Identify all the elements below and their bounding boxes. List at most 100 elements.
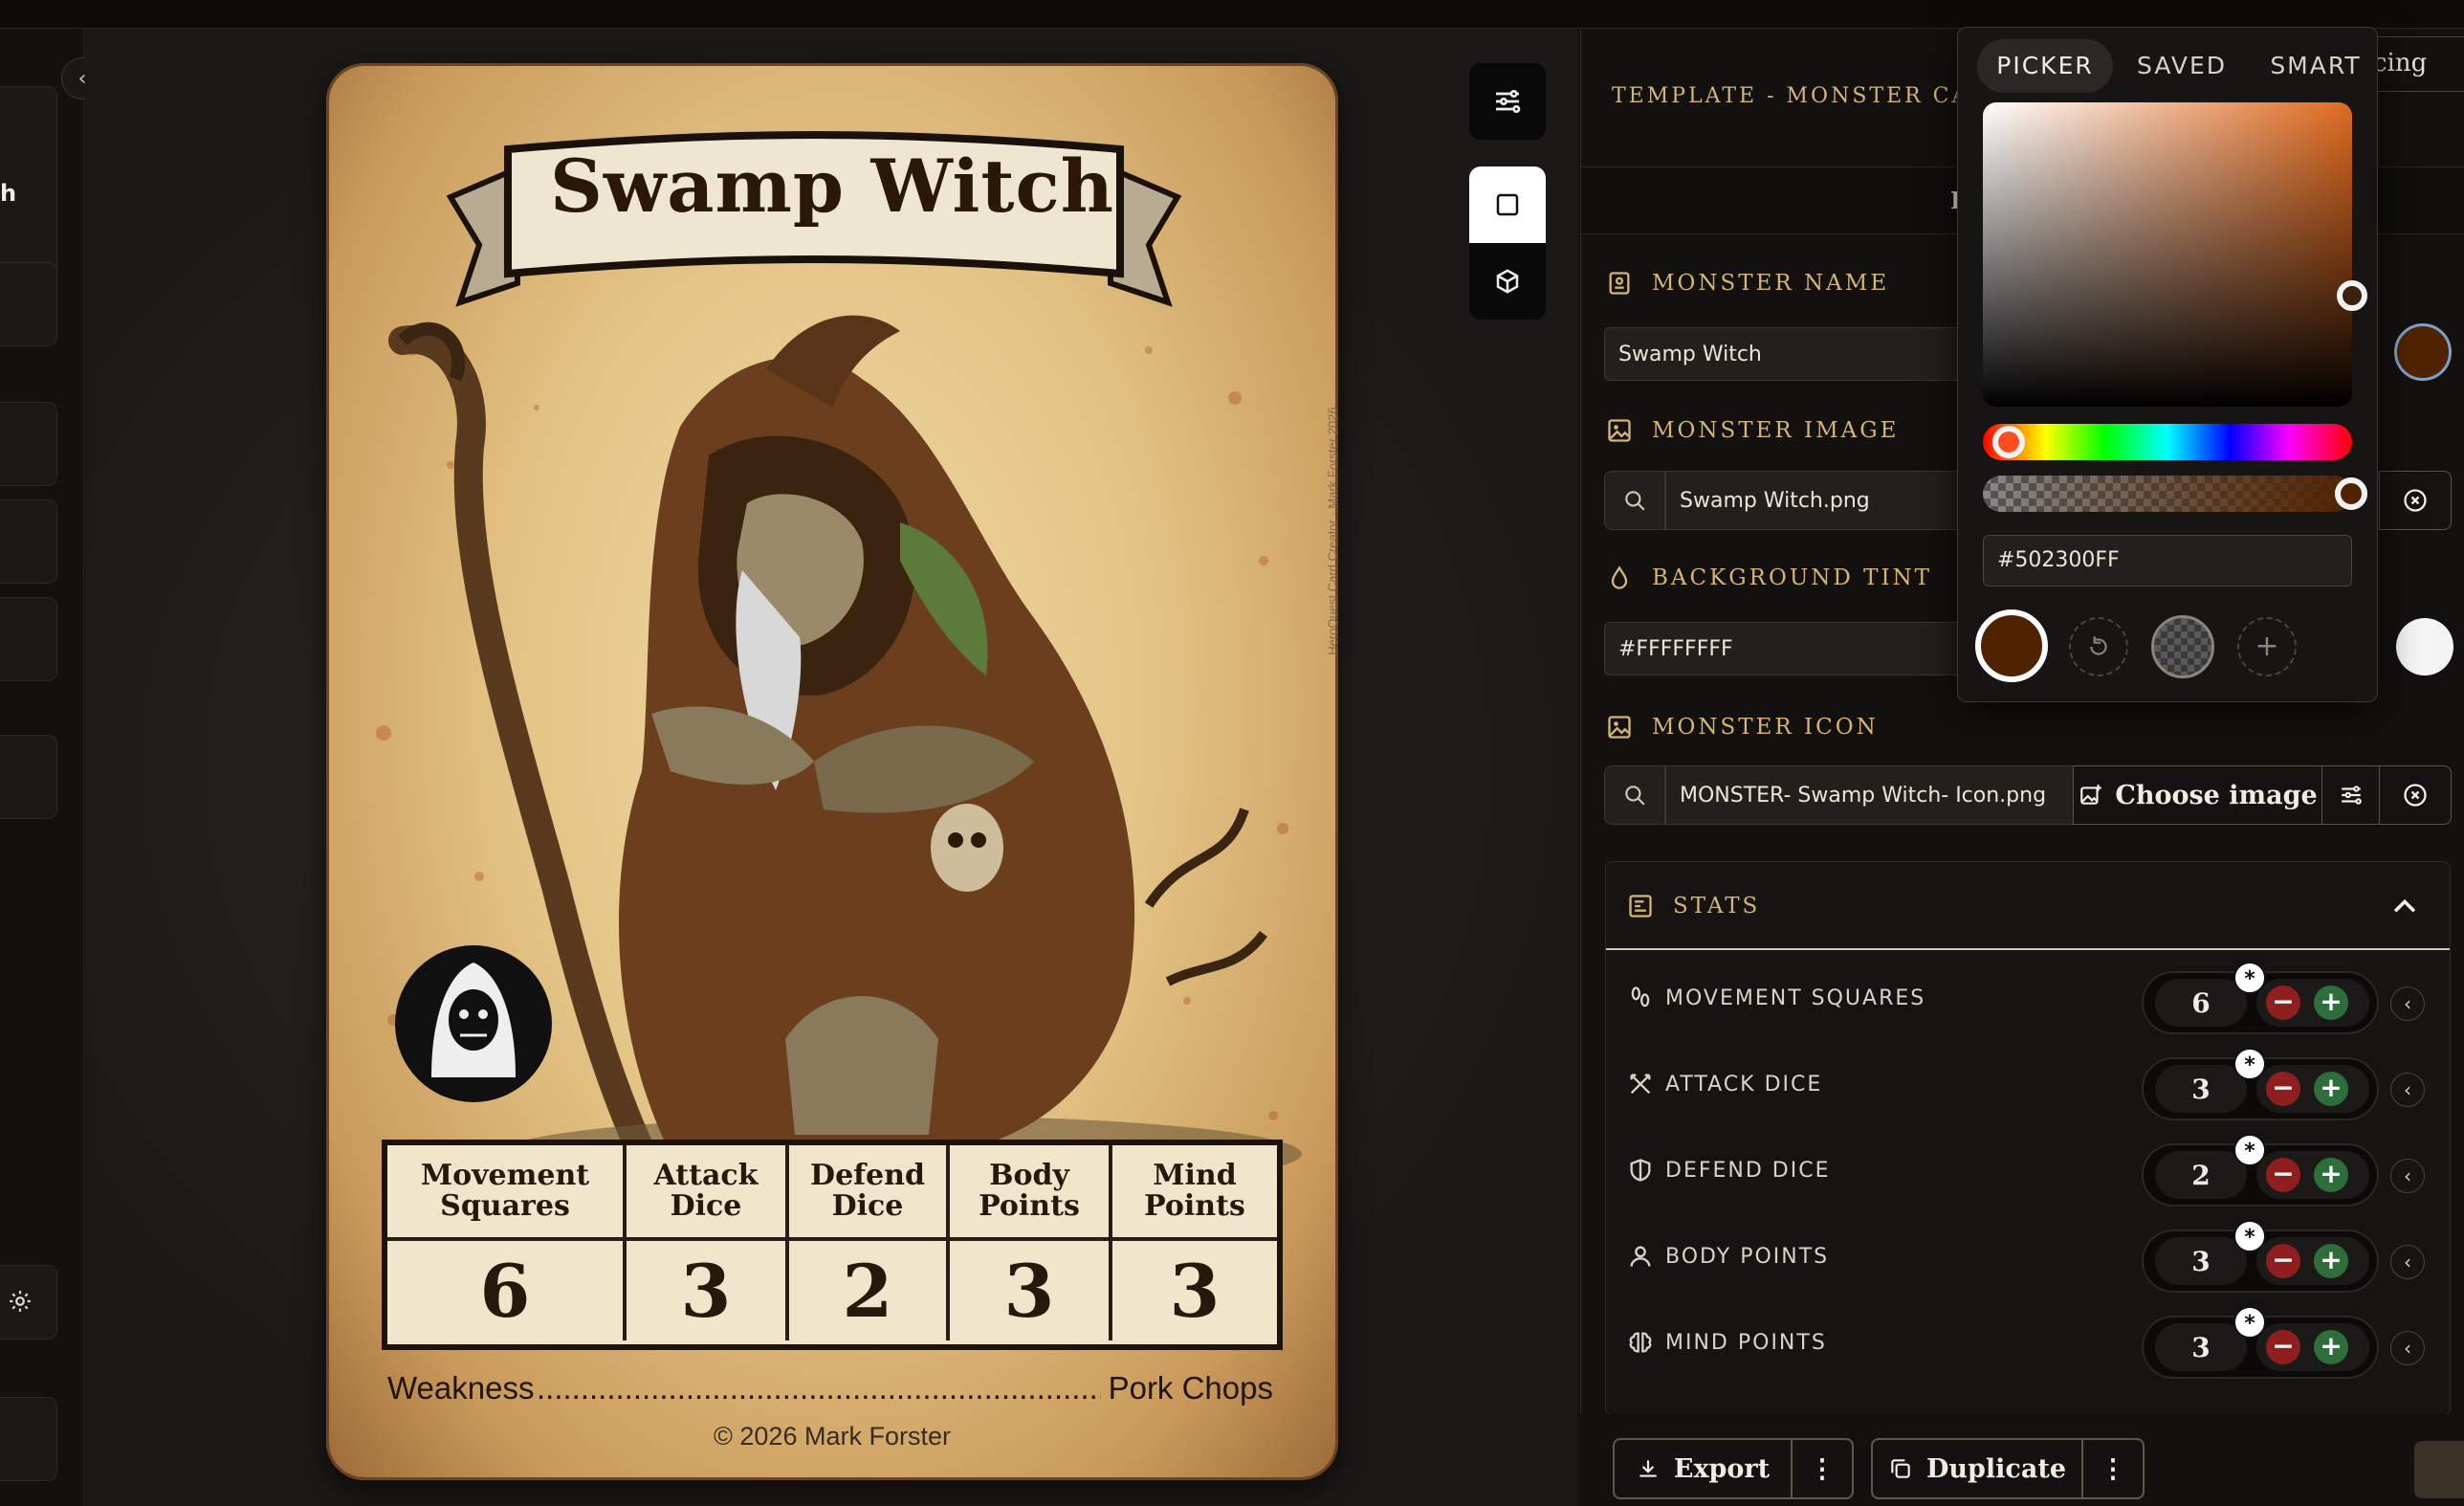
defend-value[interactable]: 2 xyxy=(2155,1151,2247,1199)
stats-section-header[interactable]: STATS xyxy=(1606,862,2450,950)
stat-label-mind: MIND POINTS xyxy=(1627,1329,1827,1356)
attack-decrement-button[interactable]: − xyxy=(2266,1072,2300,1106)
rail-tile-6[interactable] xyxy=(0,735,57,819)
monster-name-color-swatch[interactable] xyxy=(2394,323,2452,381)
stat-row-movement: MOVEMENT SQUARES 6 − + * ‹ xyxy=(1606,958,2450,1044)
reset-color-button[interactable] xyxy=(2069,617,2128,676)
droplet-icon xyxy=(1611,565,1628,589)
monster-name-input[interactable]: Swamp Witch xyxy=(1604,327,1968,381)
card-stats-table: Movement Squares Attack Dice Defend Dice… xyxy=(382,1140,1283,1350)
image-icon xyxy=(1608,716,1631,739)
copy-icon xyxy=(1891,1459,1910,1478)
mind-value[interactable]: 3 xyxy=(2155,1323,2247,1371)
background-tint-swatch[interactable] xyxy=(2396,618,2453,675)
body-increment-button[interactable]: + xyxy=(2314,1244,2348,1278)
view-3d-button[interactable] xyxy=(1469,243,1546,320)
movement-increment-button[interactable]: + xyxy=(2314,986,2348,1020)
chevron-up-icon[interactable] xyxy=(2388,891,2421,923)
tab-smart[interactable]: SMART xyxy=(2253,39,2377,93)
adjust-settings-button[interactable] xyxy=(1469,63,1546,140)
icon-adjust-button[interactable] xyxy=(2321,765,2381,825)
transparent-color-swatch[interactable] xyxy=(2151,615,2214,678)
movement-star-badge[interactable]: * xyxy=(2233,962,2266,994)
export-more-button[interactable]: ⋮ xyxy=(1791,1438,1854,1499)
monster-image-input[interactable]: Swamp Witch.png xyxy=(1665,471,1968,530)
choose-image-label: Choose image xyxy=(2115,780,2318,810)
hue-slider[interactable] xyxy=(1983,424,2352,460)
monster-card-preview: HeroQuest Card Creator · Mark Forster 20… xyxy=(326,63,1338,1480)
stat-label-body: BODY POINTS xyxy=(1627,1243,1829,1270)
body-decrement-button[interactable]: − xyxy=(2266,1244,2300,1278)
rail-partial-text: h xyxy=(0,180,17,207)
body-value[interactable]: 3 xyxy=(2155,1237,2247,1285)
choose-image-button[interactable]: Choose image xyxy=(2073,765,2323,825)
movement-expand-button[interactable]: ‹ xyxy=(2390,986,2425,1021)
settings-tile[interactable] xyxy=(0,1265,57,1340)
movement-value[interactable]: 6 xyxy=(2155,979,2247,1027)
defend-decrement-button[interactable]: − xyxy=(2266,1158,2300,1192)
stats-value-body: 3 xyxy=(950,1241,1112,1340)
defend-increment-button[interactable]: + xyxy=(2314,1158,2348,1192)
alpha-slider-handle[interactable] xyxy=(2335,477,2367,510)
hue-slider-handle[interactable] xyxy=(1992,426,2025,458)
rail-tile-4[interactable] xyxy=(0,499,57,584)
mind-increment-button[interactable]: + xyxy=(2314,1330,2348,1364)
monster-image-clear-button[interactable] xyxy=(2379,471,2452,530)
search-icon xyxy=(1625,786,1645,806)
monster-image-search-button[interactable] xyxy=(1604,471,1665,530)
defend-stepper: 2 − + * xyxy=(2142,1134,2379,1207)
tab-picker[interactable]: PICKER xyxy=(1977,39,2113,93)
stats-label-text: STATS xyxy=(1673,894,1761,919)
duplicate-button[interactable]: Duplicate xyxy=(1871,1438,2083,1499)
image-icon xyxy=(1608,419,1631,442)
rail-tile-bottom[interactable] xyxy=(0,1397,57,1481)
defend-star-badge[interactable]: * xyxy=(2233,1134,2266,1166)
attack-value[interactable]: 3 xyxy=(2155,1065,2247,1113)
saturation-value-handle[interactable] xyxy=(2337,280,2367,311)
movement-decrement-button[interactable]: − xyxy=(2266,986,2300,1020)
attack-increment-button[interactable]: + xyxy=(2314,1072,2348,1106)
cube-icon xyxy=(1496,269,1519,294)
image-plus-icon xyxy=(2080,785,2102,805)
monster-image-label-text: MONSTER IMAGE xyxy=(1652,418,1900,443)
attack-stepper-controls: − + xyxy=(2256,1065,2369,1113)
stat-row-body: BODY POINTS 3 − + * ‹ xyxy=(1606,1216,2450,1302)
rail-tile-5[interactable] xyxy=(0,597,57,681)
tab-saved[interactable]: SAVED xyxy=(2121,39,2243,93)
monster-icon-search-button[interactable] xyxy=(1604,765,1665,825)
sliders-icon xyxy=(2342,786,2362,805)
mind-star-badge[interactable]: * xyxy=(2233,1306,2266,1339)
rail-tile-2[interactable] xyxy=(0,262,57,346)
template-title: TEMPLATE - MONSTER CARD xyxy=(1612,84,2009,108)
duplicate-more-button[interactable]: ⋮ xyxy=(2081,1438,2145,1499)
confirm-corner-button[interactable] xyxy=(2414,1441,2464,1498)
rail-tile-3[interactable] xyxy=(0,402,57,486)
movement-stepper-controls: − + xyxy=(2256,979,2369,1027)
body-star-badge[interactable]: * xyxy=(2233,1220,2266,1252)
monster-icon-clear-button[interactable] xyxy=(2379,765,2452,825)
attack-star-badge[interactable]: * xyxy=(2233,1048,2266,1080)
defend-expand-button[interactable]: ‹ xyxy=(2390,1159,2425,1193)
alpha-slider[interactable] xyxy=(1983,476,2352,512)
body-expand-button[interactable]: ‹ xyxy=(2390,1245,2425,1279)
saturation-value-area[interactable] xyxy=(1983,102,2352,407)
monster-icon-medallion xyxy=(395,945,552,1102)
add-color-button[interactable]: + xyxy=(2237,617,2297,676)
export-button[interactable]: Export xyxy=(1613,1438,1793,1499)
monster-icon-input[interactable]: MONSTER- Swamp Witch- Icon.png xyxy=(1665,765,2075,825)
color-picker-tabs: PICKER SAVED SMART xyxy=(1977,35,2377,95)
mind-expand-button[interactable]: ‹ xyxy=(2390,1331,2425,1365)
hex-color-input[interactable]: #502300FF xyxy=(1983,535,2352,587)
footprints-icon xyxy=(1631,986,1650,1008)
crossed-swords-icon xyxy=(1630,1074,1651,1095)
current-color-swatch-ring[interactable] xyxy=(1975,609,2048,682)
view-2d-button[interactable] xyxy=(1469,166,1546,243)
stat-label-movement-text: MOVEMENT SQUARES xyxy=(1665,986,1926,1010)
mind-decrement-button[interactable]: − xyxy=(2266,1330,2300,1364)
card-vertical-credit: HeroQuest Card Creator · Mark Forster 20… xyxy=(1325,407,1338,655)
attack-expand-button[interactable]: ‹ xyxy=(2390,1073,2425,1107)
background-tint-input[interactable]: #FFFFFFFF xyxy=(1604,622,1968,675)
duplicate-label: Duplicate xyxy=(1925,1453,2067,1484)
search-icon xyxy=(1625,491,1645,511)
card-copyright: © 2026 Mark Forster xyxy=(714,1422,951,1451)
